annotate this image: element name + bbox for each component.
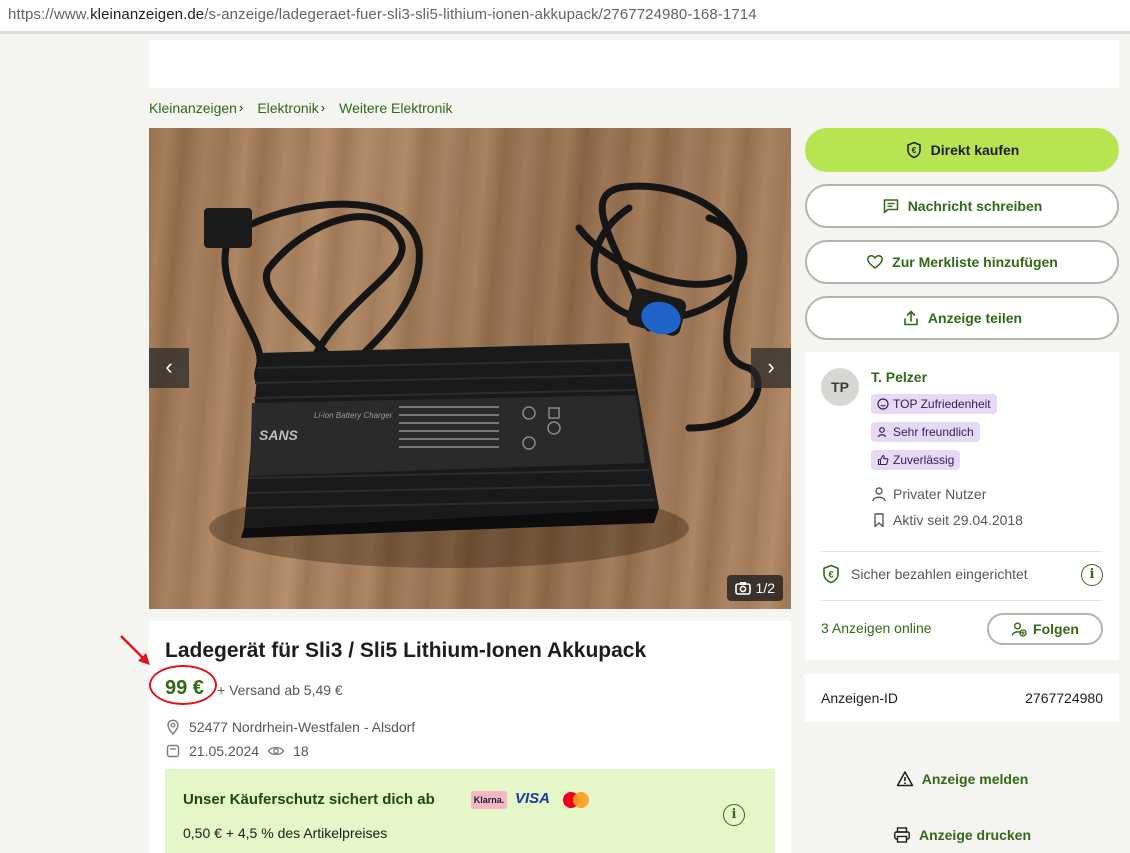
browser-url-bar[interactable]: https://www.kleinanzeigen.de/s-anzeige/l… (0, 0, 1130, 34)
follow-button[interactable]: Folgen (987, 613, 1103, 645)
buyer-protection-heading: Unser Käuferschutz sichert dich ab (183, 791, 435, 808)
charger-label-text: Li-ion Battery Charger (314, 411, 393, 420)
url-text[interactable]: https://www.kleinanzeigen.de/s-anzeige/l… (8, 6, 757, 23)
location-pin-icon (167, 719, 179, 735)
info-icon[interactable]: i (1081, 564, 1103, 586)
breadcrumb-item[interactable]: Kleinanzeigen (149, 100, 237, 116)
add-to-watchlist-button[interactable]: Zur Merkliste hinzufügen (805, 240, 1119, 284)
shipping-cost: + Versand ab 5,49 € (217, 682, 343, 698)
ad-details: Ladegerät für Sli3 / Sli5 Lithium-Ionen … (149, 621, 791, 853)
ad-date-views: 21.05.2024 18 (165, 743, 309, 759)
gallery-prev-button[interactable]: ‹ (149, 348, 189, 388)
badge-very-friendly: Sehr freundlich (871, 422, 980, 442)
badge-top-satisfaction: TOP Zufriedenheit (871, 394, 997, 414)
warning-icon (896, 771, 913, 787)
breadcrumb: Kleinanzeigen › Elektronik › Weitere Elekt… (149, 100, 452, 116)
divider (821, 600, 1103, 601)
charger-brand-text: SANS (259, 427, 299, 443)
avatar[interactable]: TP (821, 368, 859, 406)
send-message-button[interactable]: Nachricht schreiben (805, 184, 1119, 228)
chevron-right-icon: › (320, 100, 326, 115)
seller-active-since: Aktiv seit 29.04.2018 (871, 512, 1023, 528)
shield-euro-icon: € (823, 564, 839, 584)
buy-now-button[interactable]: € Direkt kaufen (805, 128, 1119, 172)
gallery-next-button[interactable]: › (751, 348, 791, 388)
shield-euro-icon: € (906, 141, 921, 159)
badge-reliable: Zuverlässig (871, 450, 961, 470)
info-icon[interactable]: i (723, 804, 745, 826)
share-icon (904, 310, 918, 326)
ad-location: 52477 Nordrhein-Westfalen - Alsdorf (165, 719, 415, 735)
ad-price: 99 € (165, 677, 204, 699)
printer-icon (894, 827, 910, 843)
ad-views: 18 (293, 743, 309, 759)
calendar-icon (166, 744, 180, 758)
svg-text:€: € (828, 570, 833, 580)
image-counter: 1/2 (726, 575, 783, 601)
buyer-protection-fee: 0,50 € + 4,5 % des Artikelpreises (183, 825, 388, 841)
chat-icon (883, 199, 898, 214)
chevron-right-icon: › (238, 100, 244, 115)
smiley-icon (877, 398, 889, 410)
ad-date: 21.05.2024 (189, 743, 260, 759)
breadcrumb-item[interactable]: Weitere Elektronik (339, 100, 452, 116)
person-heart-icon (877, 427, 887, 438)
ad-title: Ladegerät für Sli3 / Sli5 Lithium-Ionen … (165, 639, 647, 662)
ad-id-label: Anzeigen-ID (821, 690, 899, 706)
secure-payment: € Sicher bezahlen eingerichtet (821, 564, 1028, 584)
ad-id-value: 2767724980 (1025, 690, 1103, 706)
divider (821, 551, 1103, 552)
visa-logo: VISA (515, 790, 551, 807)
svg-text:€: € (911, 146, 916, 155)
top-banner (149, 40, 1119, 88)
heart-icon (867, 254, 884, 269)
annotation-arrow-icon (120, 635, 150, 665)
ad-id-box: Anzeigen-ID 2767724980 (805, 674, 1119, 722)
print-ad-button[interactable]: Anzeige drucken (805, 826, 1119, 844)
seller-type: Privater Nutzer (871, 486, 986, 502)
seller-ads-online-link[interactable]: 3 Anzeigen online (821, 620, 932, 636)
report-ad-button[interactable]: Anzeige melden (805, 770, 1119, 788)
user-icon (872, 487, 886, 502)
seller-card: TP T. Pelzer TOP Zufriedenheit Sehr freu… (805, 352, 1119, 660)
image-counter-text: 1/2 (755, 580, 775, 596)
mastercard-logo (563, 792, 589, 808)
eye-icon (267, 746, 285, 756)
share-ad-button[interactable]: Anzeige teilen (805, 296, 1119, 340)
seller-name[interactable]: T. Pelzer (871, 369, 927, 385)
camera-icon (734, 582, 751, 595)
bookmark-icon (874, 513, 884, 528)
charger-illustration: SANS Li-ion Battery Charger (204, 182, 762, 568)
image-gallery[interactable]: SANS Li-ion Battery Charger ‹ › 1/2 (149, 128, 791, 609)
klarna-logo: Klarna. (471, 791, 507, 809)
buyer-protection-box: Unser Käuferschutz sichert dich ab Klarn… (165, 769, 775, 853)
thumbs-up-icon (877, 454, 889, 466)
breadcrumb-item[interactable]: Elektronik (257, 100, 318, 116)
user-plus-icon (1011, 622, 1027, 637)
